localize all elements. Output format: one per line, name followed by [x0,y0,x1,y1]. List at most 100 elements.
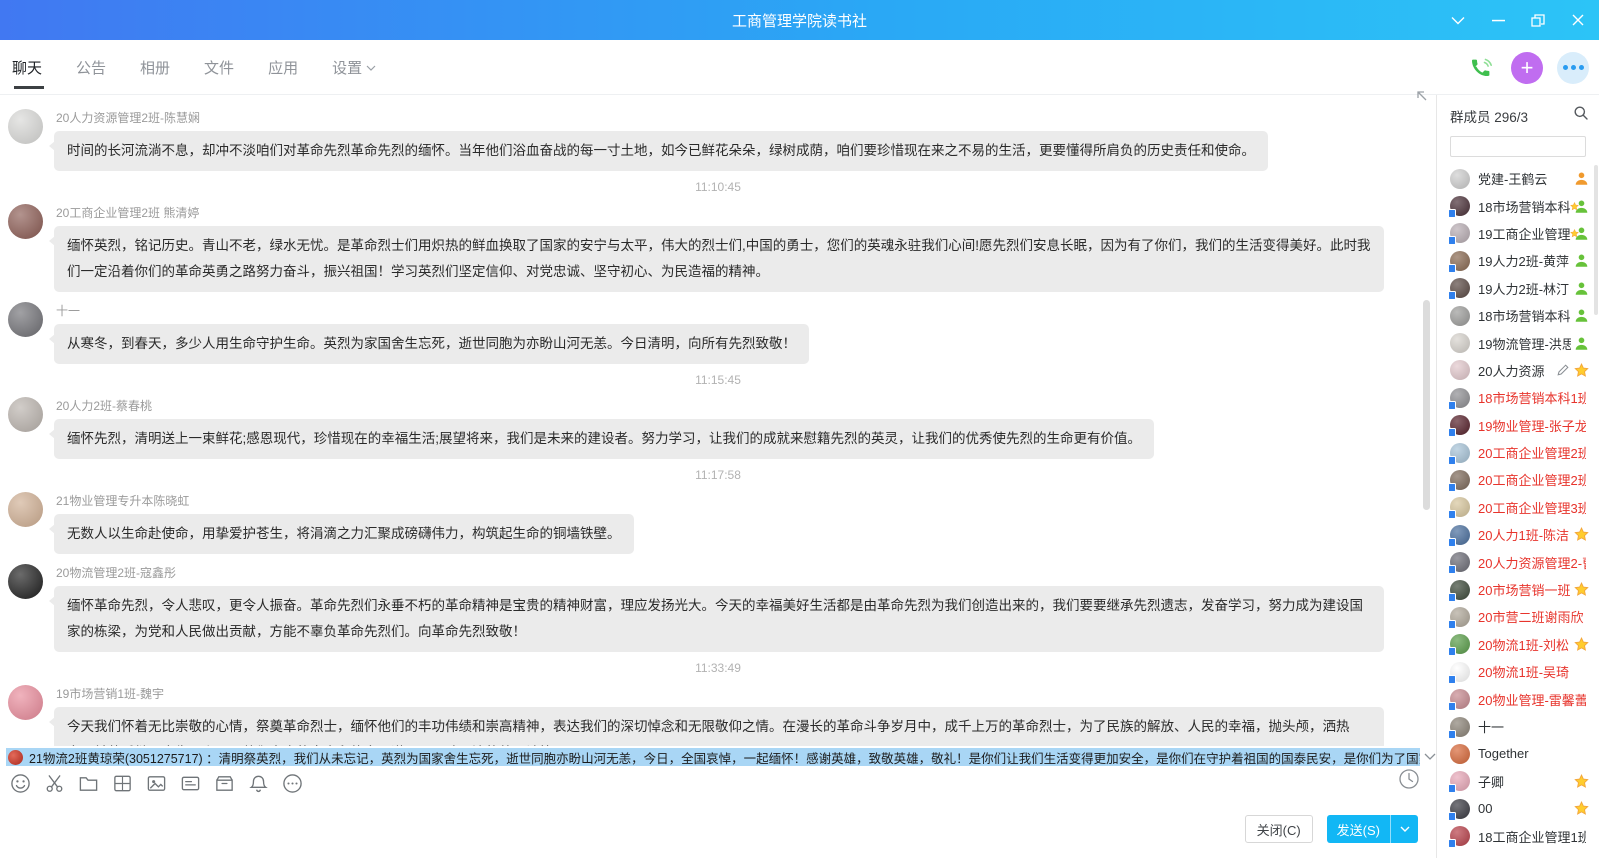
tab-label: 设置 [332,57,362,78]
message-history-clock-icon[interactable] [1398,768,1420,795]
member-list: 党建-王鹤云18市场营销本科119工商企业管理119人力2班-黄萍19人力2班-… [1437,165,1599,850]
chat-message: 21物业管理专升本陈晓虹无数人以生命赴使命，用挚爱护苍生，将涓滴之力汇聚成磅礴伟… [0,484,1436,556]
message-bubble[interactable]: 缅怀先烈，清明送上一束鲜花;感恩现代，珍惜现在的幸福生活;展望将来，我们是未来的… [54,419,1154,459]
tab-bar: 聊天公告相册文件应用 设置 + [0,40,1599,95]
mobile-badge-icon [1448,483,1456,492]
member-avatar [1450,251,1470,271]
member-row[interactable]: 十一 [1437,713,1599,740]
minimize-icon[interactable] [1485,7,1511,33]
member-row[interactable]: 18市场营销本科1 [1437,192,1599,219]
expand-preview-icon[interactable] [1424,748,1436,766]
voice-call-icon[interactable] [1465,52,1497,84]
member-row[interactable]: 00 [1437,795,1599,822]
member-row[interactable]: 18市场营销本科1 [1437,302,1599,329]
preview-avatar [8,750,23,765]
tab-album[interactable]: 相册 [140,40,170,95]
member-row[interactable]: 19物业管理-张子龙 [1437,412,1599,439]
input-preview-row[interactable]: 21物流2班黄琼荣(3051275717) ：清明祭英烈，我们从未忘记，英烈为国… [0,748,1436,766]
namecard-icon[interactable] [178,771,202,795]
member-avatar [1450,443,1470,463]
member-row[interactable]: 19人力2班-林汀 [1437,275,1599,302]
restore-icon[interactable] [1525,7,1551,33]
sender-avatar[interactable] [8,204,43,239]
hide-panel-icon[interactable] [1445,7,1471,33]
sender-avatar[interactable] [8,492,43,527]
tab-settings[interactable]: 设置 [332,40,376,95]
member-row[interactable]: 19人力2班-黄萍 [1437,247,1599,274]
sender-avatar[interactable] [8,302,43,337]
tab-apps[interactable]: 应用 [268,40,298,95]
add-member-icon[interactable]: + [1511,52,1543,84]
member-name: Together [1478,746,1586,761]
member-row[interactable]: 20工商企业管理2班 [1437,439,1599,466]
close-icon[interactable] [1565,7,1591,33]
sender-avatar[interactable] [8,564,43,599]
send-file-folder-icon[interactable] [76,771,100,795]
more-options-icon[interactable] [1557,52,1589,84]
member-badges [1574,171,1589,186]
close-button[interactable]: 关闭(C) [1245,815,1313,843]
member-name: 20工商企业管理2班- [1478,470,1586,489]
send-image-icon[interactable] [144,771,168,795]
member-name: 18工商企业管理1班 [1478,827,1586,846]
tab-chat[interactable]: 聊天 [12,40,42,95]
member-row[interactable]: 子卿 [1437,768,1599,795]
member-row[interactable]: 20工商企业管理2班- [1437,466,1599,493]
tab-files[interactable]: 文件 [204,40,234,95]
message-sender: 20人力2班-蔡春桃 [56,397,1154,414]
message-bubble[interactable]: 无数人以生命赴使命，用挚爱护苍生，将涓滴之力汇聚成磅礴伟力，构筑起生命的铜墙铁壁… [54,514,634,554]
member-row[interactable]: 20物流1班-刘松 [1437,631,1599,658]
member-scrollbar[interactable] [1594,165,1598,315]
chevron-down-icon [366,59,376,76]
chat-message: 十一从寒冬，到春天，多少人用生命守护生命。英烈为家国舍生忘死，逝世同胞为亦盼山河… [0,294,1436,366]
mobile-badge-icon [1448,264,1456,273]
member-search-input[interactable] [1450,136,1586,157]
sender-avatar[interactable] [8,397,43,432]
member-row[interactable]: 19物流管理-洪思 [1437,329,1599,356]
collapse-sidebar-icon[interactable] [1414,89,1430,108]
member-row[interactable]: 18市场营销本科1班- [1437,384,1599,411]
message-sender: 20工商企业管理2班 熊清婷 [56,204,1384,221]
search-member-icon[interactable] [1573,105,1589,126]
member-badges [1574,336,1589,351]
member-row[interactable]: 20物流1班-吴琦 [1437,658,1599,685]
mobile-badge-icon [1448,538,1456,547]
member-avatar [1450,552,1470,572]
send-options-chevron-icon[interactable] [1390,815,1418,843]
member-row[interactable]: 20物业管理-雷馨蕾 [1437,685,1599,712]
message-bubble[interactable]: 缅怀革命先烈，令人悲叹，更令人振奋。革命先烈们永垂不朽的革命精神是宝贵的精神财富… [54,586,1384,652]
file-box-icon[interactable] [212,771,236,795]
member-row[interactable]: 20人力资源管理2-曹 [1437,548,1599,575]
message-body: 20物流管理2班-寇鑫彤缅怀革命先烈，令人悲叹，更令人振奋。革命先烈们永垂不朽的… [54,562,1384,652]
screenshot-scissors-icon[interactable] [42,771,66,795]
chat-scrollbar[interactable] [1423,300,1430,510]
sender-avatar[interactable] [8,109,43,144]
message-bubble[interactable]: 缅怀英烈，铭记历史。青山不老，绿水无忧。是革命烈士们用炽热的鲜血换取了国家的安宁… [54,226,1384,292]
member-row[interactable]: 党建-王鹤云 [1437,165,1599,192]
more-tools-icon[interactable] [280,771,304,795]
bell-icon[interactable] [246,771,270,795]
tab-announce[interactable]: 公告 [76,40,106,95]
capture-window-icon[interactable] [110,771,134,795]
emoji-icon[interactable] [8,771,32,795]
member-row[interactable]: 20工商企业管理3班- [1437,494,1599,521]
member-name: 19人力2班-林汀 [1478,279,1571,298]
message-timestamp: 11:17:58 [0,468,1436,482]
send-button[interactable]: 发送(S) [1327,815,1390,843]
message-bubble[interactable]: 时间的长河流淌不息，却冲不淡咱们对革命先烈革命先烈的缅怀。当年他们浴血奋战的每一… [54,131,1268,171]
selected-text[interactable]: 21物流2班黄琼荣(3051275717) ：清明祭英烈，我们从未忘记，英烈为国… [6,748,1420,766]
member-row[interactable]: Together [1437,740,1599,767]
message-timestamp: 11:15:45 [0,373,1436,387]
member-row[interactable]: 20市场营销一班 [1437,576,1599,603]
sender-avatar[interactable] [8,685,43,720]
member-row[interactable]: 20人力1班-陈洁 [1437,521,1599,548]
member-row[interactable]: 18工商企业管理1班 [1437,822,1599,849]
message-bubble[interactable]: 今天我们怀着无比崇敬的心情，祭奠革命烈士，缅怀他们的丰功伟绩和崇高精神，表达我们… [54,707,1384,746]
message-history[interactable]: 20人力资源管理2班-陈慧娴时间的长河流淌不息，却冲不淡咱们对革命先烈革命先烈的… [0,95,1436,746]
member-row[interactable]: 19工商企业管理1 [1437,220,1599,247]
message-bubble[interactable]: 从寒冬，到春天，多少人用生命守护生命。英烈为家国舍生忘死，逝世同胞为亦盼山河无恙… [54,324,809,364]
member-row[interactable]: 20人力资源 [1437,357,1599,384]
member-row[interactable]: 20市营二班谢雨欣 [1437,603,1599,630]
member-level-icon [1574,308,1589,323]
member-avatar [1450,169,1470,189]
